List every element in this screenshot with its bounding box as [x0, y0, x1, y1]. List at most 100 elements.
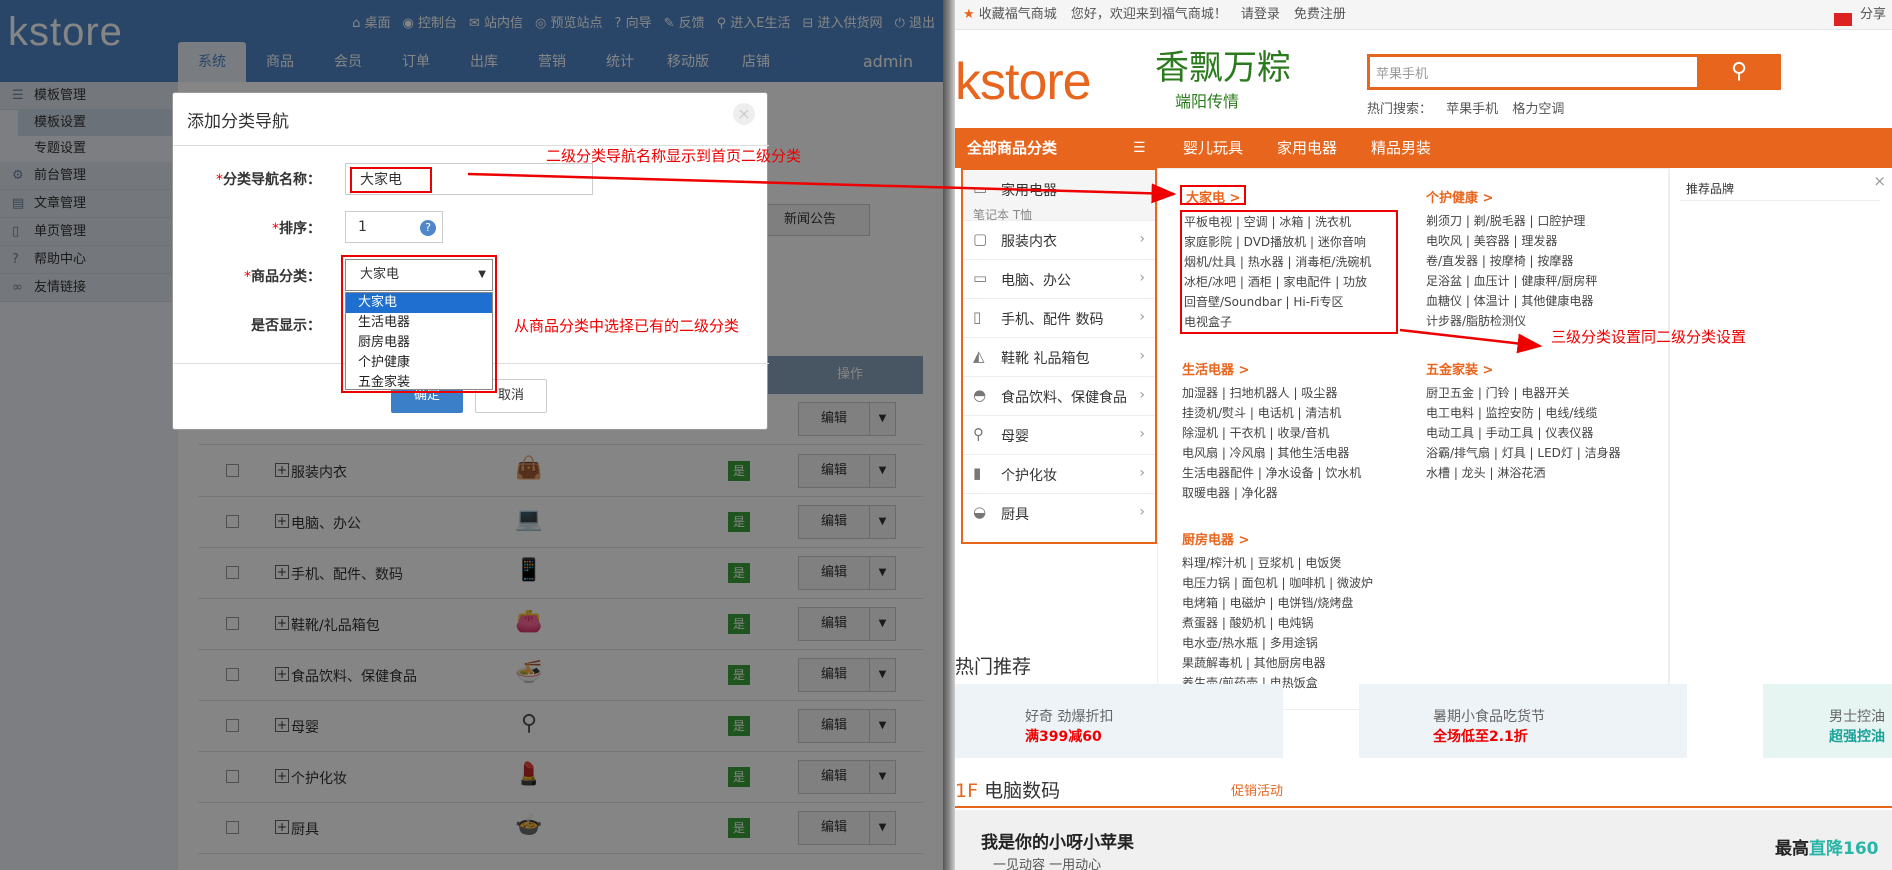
subcat-line[interactable]: 料理/榨汁机 | 豆浆机 | 电饭煲 — [1182, 553, 1412, 573]
subcat-line[interactable]: 血糖仪 | 体温计 | 其他健康电器 — [1426, 291, 1656, 311]
subcat-title[interactable]: 五金家装 > — [1426, 359, 1656, 379]
subcat-line[interactable]: 生活电器配件 | 净水设备 | 饮水机 — [1182, 463, 1412, 483]
subcat-line[interactable]: 电烤箱 | 电磁炉 | 电饼铛/烧烤盘 — [1182, 593, 1412, 613]
category-item[interactable]: ▭ 电脑、办公 › — [963, 259, 1155, 298]
show-label: 是否显示： — [251, 318, 321, 334]
nav-item[interactable]: 家用电器 — [1277, 128, 1337, 168]
share-link[interactable]: 分享 — [1860, 0, 1886, 30]
subcat-group-personal-care: 个护健康 > 剃须刀 | 剃/脱毛器 | 口腔护理 电吹风 | 美容器 | 理发… — [1426, 187, 1656, 331]
subcat-group-living-appliances: 生活电器 > 加湿器 | 扫地机器人 | 吸尘器 挂烫机/熨斗 | 电话机 | … — [1182, 359, 1412, 503]
subcat-line[interactable]: 冰柜/冰吧 | 酒柜 | 家电配件 | 功放 — [1184, 272, 1394, 292]
subcat-group-major-appliances: 大家电 > 平板电视 | 空调 | 冰箱 | 洗衣机 家庭影院 | DVD播放机… — [1180, 185, 1398, 334]
subcat-links: 厨卫五金 | 门铃 | 电器开关 电工电料 | 监控安防 | 电线/线缆 电动工… — [1426, 383, 1656, 483]
subcat-line[interactable]: 除湿机 | 干衣机 | 收录/音机 — [1182, 423, 1412, 443]
hot-search: 热门搜索： 苹果手机 格力空调 — [1367, 98, 1574, 117]
category-item[interactable]: ◓ 食品饮料、保健食品 › — [963, 376, 1155, 415]
mail-icon[interactable] — [1833, 12, 1852, 26]
search-icon[interactable]: ⚲ — [1697, 54, 1781, 90]
subcat-line[interactable]: 加湿器 | 扫地机器人 | 吸尘器 — [1182, 383, 1412, 403]
search-input[interactable]: 苹果手机 — [1376, 63, 1428, 82]
login-link[interactable]: 请登录 — [1241, 0, 1280, 30]
menu-icon[interactable]: ☰ — [1133, 128, 1146, 168]
subcat-line[interactable]: 电水壶/热水瓶 | 多用途锅 — [1182, 633, 1412, 653]
subcat-line[interactable]: 卷/直发器 | 按摩椅 | 按摩器 — [1426, 251, 1656, 271]
chevron-right-icon: › — [1139, 270, 1145, 286]
annotation-select: 从商品分类中选择已有的二级分类 — [514, 317, 740, 335]
divider — [1680, 200, 1880, 201]
laptop-icon: ▭ — [973, 269, 988, 287]
subcat-links: 料理/榨汁机 | 豆浆机 | 电饭煲 电压力锅 | 面包机 | 咖啡机 | 微波… — [1182, 553, 1412, 693]
subcat-line[interactable]: 足浴盆 | 血压计 | 健康秤/厨房秤 — [1426, 271, 1656, 291]
category-item-active[interactable]: ▭ 家用电器 笔记本 T恤 — [963, 170, 1155, 222]
subcat-links: 剃须刀 | 剃/脱毛器 | 口腔护理 电吹风 | 美容器 | 理发器 卷/直发器… — [1426, 211, 1656, 331]
store-nav: 全部商品分类 ☰ 婴儿玩具 家用电器 精品男装 — [955, 128, 1892, 168]
sort-label: *排序： — [272, 221, 321, 237]
subcat-line[interactable]: 剃须刀 | 剃/脱毛器 | 口腔护理 — [1426, 211, 1656, 231]
name-input[interactable]: 大家电 — [345, 163, 593, 195]
subcat-links: 加湿器 | 扫地机器人 | 吸尘器 挂烫机/熨斗 | 电话机 | 清洁机 除湿机… — [1182, 383, 1412, 503]
promo-subtitle: 端阳传情 — [1175, 92, 1240, 111]
all-categories[interactable]: 全部商品分类 — [967, 128, 1057, 168]
chevron-right-icon: › — [1139, 426, 1145, 442]
star-icon: ★ — [963, 7, 975, 22]
subcat-line[interactable]: 水槽 | 龙头 | 淋浴花洒 — [1426, 463, 1656, 483]
subcat-line[interactable]: 电视盒子 — [1184, 312, 1394, 332]
phone-icon: ▯ — [973, 308, 982, 326]
subcat-line[interactable]: 家庭影院 | DVD播放机 | 迷你音响 — [1184, 232, 1394, 252]
close-icon[interactable]: × — [733, 103, 755, 125]
subcat-line[interactable]: 电吹风 | 美容器 | 理发器 — [1426, 231, 1656, 251]
sort-input[interactable]: 1? — [345, 211, 443, 243]
subcat-line[interactable]: 烟机/灶具 | 热水器 | 消毒柜/洗碗机 — [1184, 252, 1394, 272]
category-item[interactable]: ▢ 服装内衣 › — [963, 220, 1155, 259]
category-item[interactable]: ◒ 厨具 › — [963, 493, 1155, 532]
promo-card[interactable]: 暑期小食品吃货节 全场低至2.1折 — [1359, 684, 1687, 758]
name-value: 大家电 — [350, 167, 432, 193]
nav-item[interactable]: 婴儿玩具 — [1183, 128, 1243, 168]
add-category-nav-dialog: 添加分类导航 × *分类导航名称： 大家电 *排序： 1? *商品分类： 大家电… — [172, 92, 769, 430]
category-item[interactable]: ⚲ 母婴 › — [963, 415, 1155, 454]
subcat-line[interactable]: 电风扇 | 冷风扇 | 其他生活电器 — [1182, 443, 1412, 463]
subcat-line[interactable]: 浴霸/排气扇 | 灯具 | LED灯 | 洁身器 — [1426, 443, 1656, 463]
subcat-line[interactable]: 厨卫五金 | 门铃 | 电器开关 — [1426, 383, 1656, 403]
dialog-title: 添加分类导航 — [187, 112, 289, 132]
subcat-line[interactable]: 电压力锅 | 面包机 | 咖啡机 | 微波炉 — [1182, 573, 1412, 593]
subcat-line[interactable]: 电动工具 | 手动工具 | 仪表仪器 — [1426, 423, 1656, 443]
fav-link[interactable]: ★ 收藏福气商城 — [963, 0, 1057, 30]
category-item[interactable]: ◭ 鞋靴 礼品箱包 › — [963, 337, 1155, 376]
subcat-title[interactable]: 厨房电器 > — [1182, 529, 1412, 549]
brand-panel: 推荐品牌 × — [1669, 168, 1892, 710]
nav-item[interactable]: 精品男装 — [1371, 128, 1431, 168]
subcat-title[interactable]: 个护健康 > — [1426, 187, 1656, 207]
category-label: *商品分类： — [244, 269, 321, 285]
subcat-line[interactable]: 回音壁/Soundbar | Hi-Fi专区 — [1184, 292, 1394, 312]
subcat-line[interactable]: 果蔬解毒机 | 其他厨房电器 — [1182, 653, 1412, 673]
chevron-right-icon: › — [1139, 504, 1145, 520]
floor-promo-tab[interactable]: 促销活动 — [1231, 780, 1283, 799]
subcat-title[interactable]: 大家电 > — [1180, 185, 1247, 206]
chevron-right-icon: › — [1139, 387, 1145, 403]
clothes-icon: ▢ — [973, 230, 988, 248]
store-topbar: ★ 收藏福气商城 您好，欢迎来到福气商城！ 请登录 免费注册 分享 — [955, 0, 1892, 30]
promo-card[interactable]: 好奇 劲爆折扣 满399减60 — [955, 684, 1283, 758]
category-item[interactable]: ▯ 手机、配件 数码 › — [963, 298, 1155, 337]
close-icon[interactable]: × — [1873, 172, 1886, 190]
subcat-line[interactable]: 平板电视 | 空调 | 冰箱 | 洗衣机 — [1184, 212, 1394, 232]
help-icon[interactable]: ? — [420, 220, 436, 236]
chevron-right-icon: › — [1139, 348, 1145, 364]
subcat-line[interactable]: 挂烫机/熨斗 | 电话机 | 清洁机 — [1182, 403, 1412, 423]
subcat-line[interactable]: 煮蛋器 | 酸奶机 | 电炖锅 — [1182, 613, 1412, 633]
hot-word[interactable]: 格力空调 — [1512, 102, 1564, 117]
subcat-line[interactable]: 取暖电器 | 净化器 — [1182, 483, 1412, 503]
search-box[interactable]: 苹果手机 ⚲ — [1367, 54, 1781, 90]
subcat-line[interactable]: 电工电料 | 监控安防 | 电线/线缆 — [1426, 403, 1656, 423]
promo-card[interactable]: 男士控油 超强控油 — [1763, 684, 1892, 758]
tv-icon: ▭ — [973, 180, 988, 198]
brand-title: 推荐品牌 — [1686, 182, 1735, 196]
store-logo[interactable]: kstore — [955, 52, 1092, 112]
register-link[interactable]: 免费注册 — [1294, 0, 1346, 30]
subcat-links: 平板电视 | 空调 | 冰箱 | 洗衣机 家庭影院 | DVD播放机 | 迷你音… — [1180, 210, 1398, 334]
floor-banner[interactable]: 我是你的小呀小苹果 一见动容 一用动心 最高直降160 — [955, 810, 1892, 870]
hot-word[interactable]: 苹果手机 — [1446, 102, 1498, 117]
subcat-title[interactable]: 生活电器 > — [1182, 359, 1412, 379]
category-item[interactable]: ▮ 个护化妆 › — [963, 454, 1155, 493]
